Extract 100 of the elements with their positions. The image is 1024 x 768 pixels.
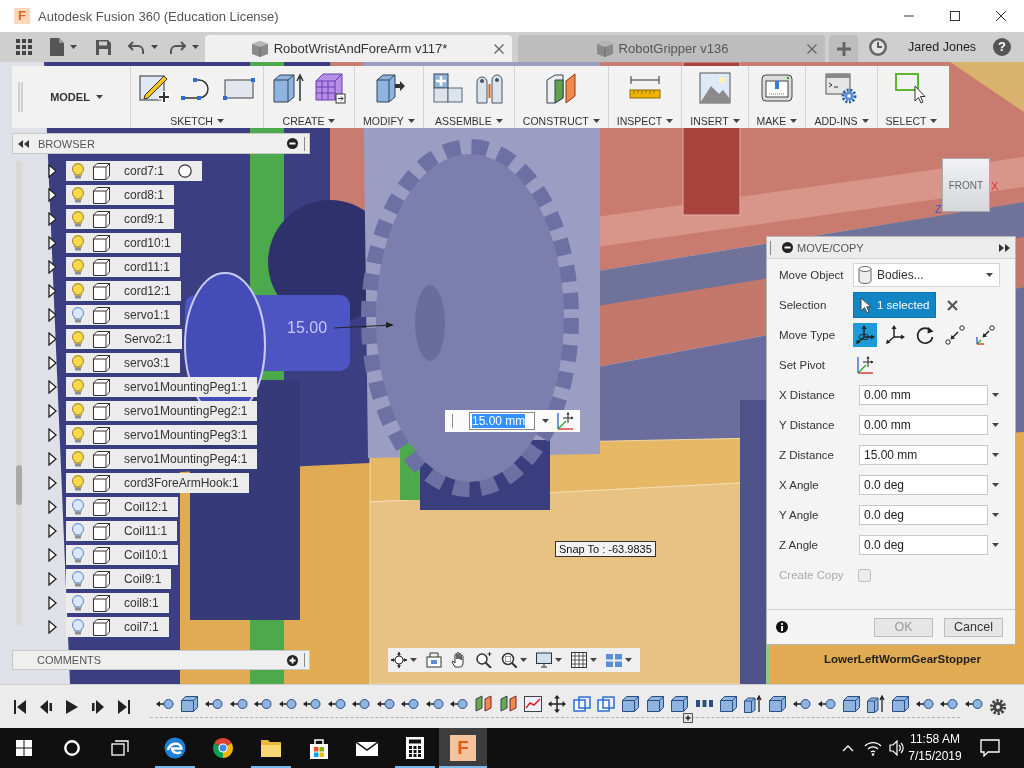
arrow-circle-icon[interactable]	[940, 697, 959, 710]
overlapping-squares-icon[interactable]	[597, 695, 616, 712]
browser-item[interactable]: Servo2:1	[66, 329, 183, 349]
arrow-circle-icon[interactable]	[450, 697, 469, 710]
graph-line-icon[interactable]	[523, 695, 542, 712]
start-icon[interactable]	[16, 740, 32, 756]
selection-button[interactable]: 1 selected	[853, 292, 937, 318]
planes-icon[interactable]	[545, 72, 578, 104]
pan-hand-icon[interactable]	[451, 652, 467, 668]
lightbulb-icon[interactable]	[72, 163, 84, 179]
plus-circle-icon[interactable]	[287, 654, 298, 666]
lightbulb-icon[interactable]	[72, 619, 84, 635]
monitor-icon[interactable]	[536, 652, 552, 668]
box-icon[interactable]	[646, 695, 664, 712]
arrow-circle-icon[interactable]	[254, 697, 273, 710]
arrow-circle-icon[interactable]	[156, 697, 175, 710]
expand-arrow-icon[interactable]	[48, 596, 57, 610]
planes-icon[interactable]	[475, 695, 493, 712]
box-icon[interactable]	[842, 695, 860, 712]
lightbulb-icon[interactable]	[72, 547, 84, 563]
expand-arrow-icon[interactable]	[48, 212, 57, 226]
arrow-circle-icon[interactable]	[376, 697, 395, 710]
undo-icon[interactable]	[128, 40, 144, 54]
caret-icon[interactable]	[590, 658, 597, 662]
arrow-circle-icon[interactable]	[793, 697, 812, 710]
box-arrow-icon[interactable]	[744, 694, 763, 713]
browser-item[interactable]: cord10:1	[66, 233, 181, 253]
help-button[interactable]: ?	[993, 38, 1011, 56]
arrow-circle-icon[interactable]	[278, 697, 297, 710]
caret-icon[interactable]	[410, 658, 417, 662]
pencil-plus-icon[interactable]	[139, 72, 171, 104]
object-type-dropdown[interactable]: Bodies...	[853, 263, 1000, 287]
expand-arrow-icon[interactable]	[48, 548, 57, 562]
browser-item[interactable]: Coil10:1	[66, 545, 179, 565]
box-arrow-icon[interactable]	[866, 694, 885, 713]
browser-item[interactable]: servo1:1	[66, 305, 181, 325]
expand-arrow-icon[interactable]	[48, 284, 57, 298]
browser-item[interactable]: servo1MountingPeg3:1	[66, 425, 258, 445]
browser-item[interactable]: cord7:1	[66, 161, 203, 181]
info-icon[interactable]	[776, 621, 788, 633]
expand-arrow-icon[interactable]	[48, 308, 57, 322]
lightbulb-icon[interactable]	[72, 595, 84, 611]
pivot-axes-icon[interactable]	[556, 412, 574, 430]
expand-arrow-icon[interactable]	[48, 500, 57, 514]
browser-item[interactable]: coil7:1	[66, 617, 169, 637]
lightbulb-icon[interactable]	[72, 355, 84, 371]
expand-arrow-icon[interactable]	[48, 524, 57, 538]
caret-icon[interactable]	[555, 658, 562, 662]
browser-item[interactable]: Coil12:1	[66, 497, 179, 517]
box-icon[interactable]	[720, 695, 738, 712]
zoom-icon[interactable]	[476, 652, 492, 668]
caret-icon[interactable]	[992, 393, 999, 397]
arrow-circle-icon[interactable]	[205, 697, 224, 710]
expand-arrow-icon[interactable]	[48, 452, 57, 466]
expand-arrow-icon[interactable]	[48, 404, 57, 418]
grid-cube-icon[interactable]	[314, 72, 346, 104]
document-tab[interactable]: RobotWristAndForeArm v117*	[205, 35, 512, 62]
volume-icon[interactable]	[889, 740, 905, 756]
expand-arrow-icon[interactable]	[48, 428, 57, 442]
user-name[interactable]: Jared Jones	[908, 40, 977, 54]
collapse-arrows-icon[interactable]	[18, 139, 29, 148]
notification-icon[interactable]	[980, 739, 1000, 757]
lightbulb-icon[interactable]	[72, 211, 84, 227]
group-menu-button[interactable]: ASSEMBLE	[435, 114, 503, 128]
caret-icon[interactable]	[992, 423, 999, 427]
arrow-circle-icon[interactable]	[817, 697, 836, 710]
joint-icon[interactable]	[473, 72, 506, 104]
browser-item[interactable]: Coil11:1	[66, 521, 178, 541]
caret-icon[interactable]	[520, 658, 527, 662]
lightbulb-icon[interactable]	[72, 259, 84, 275]
scrollbar-thumb[interactable]	[16, 465, 22, 505]
pivot-axes-icon[interactable]	[856, 356, 874, 374]
lightbulb-icon[interactable]	[72, 403, 84, 419]
box-icon[interactable]	[891, 695, 909, 712]
box-arrow-icon[interactable]	[272, 72, 304, 104]
group-menu-button[interactable]: INSPECT	[616, 114, 674, 128]
printer-icon[interactable]	[761, 72, 793, 104]
lightbulb-icon[interactable]	[72, 307, 84, 323]
box-icon[interactable]	[622, 695, 640, 712]
move-type-button[interactable]	[973, 323, 997, 347]
panel-grip-icon[interactable]	[303, 136, 306, 151]
arrow-circle-icon[interactable]	[303, 697, 322, 710]
lightbulb-icon[interactable]	[72, 283, 84, 299]
caret-icon[interactable]	[542, 419, 549, 423]
clock-date[interactable]: 7/15/2019	[908, 748, 962, 765]
box-icon[interactable]	[671, 695, 689, 712]
caret-icon[interactable]	[992, 513, 999, 517]
minus-circle-icon[interactable]	[782, 242, 793, 253]
panel-grip-icon[interactable]	[769, 240, 772, 255]
plus-box-icon[interactable]	[683, 713, 693, 723]
bars-icon[interactable]	[695, 700, 713, 707]
task-view-icon[interactable]	[111, 740, 129, 756]
browser-item[interactable]: servo1MountingPeg1:1	[66, 377, 258, 397]
expand-arrow-icon[interactable]	[48, 476, 57, 490]
browser-item[interactable]: cord12:1	[66, 281, 181, 301]
expand-arrow-icon[interactable]	[48, 380, 57, 394]
boxes-plus-icon[interactable]	[431, 72, 464, 104]
lightbulb-icon[interactable]	[72, 475, 84, 491]
number-input-field[interactable]: 15.00 mm	[859, 445, 988, 465]
expand-arrow-icon[interactable]	[48, 188, 57, 202]
